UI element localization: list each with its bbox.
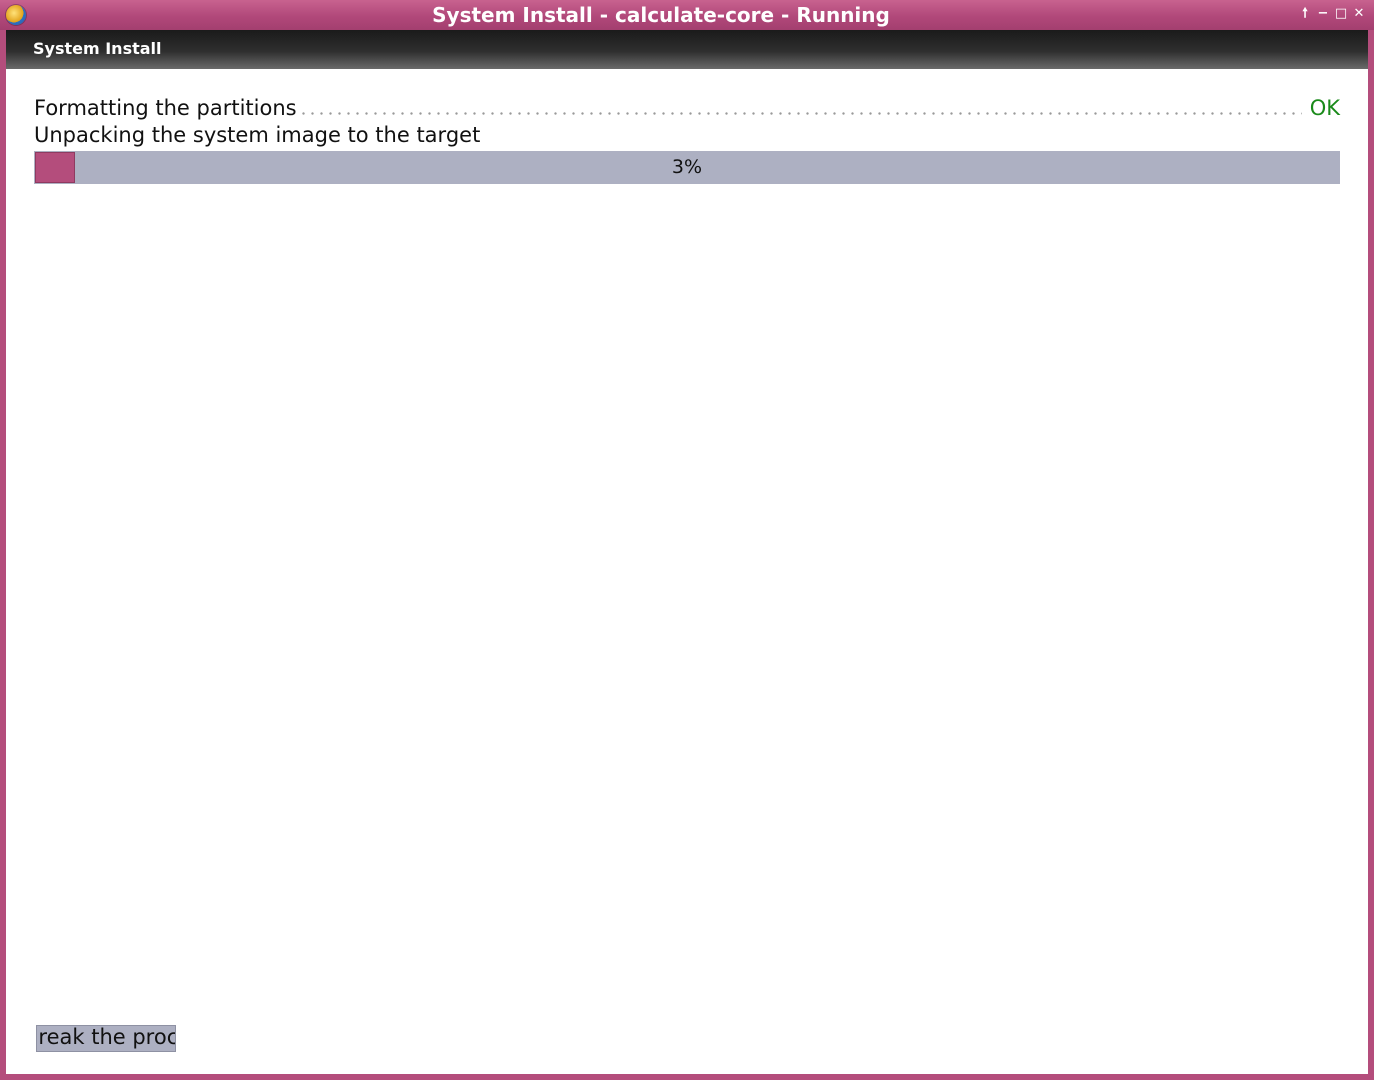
break-process-button[interactable]: Break the process (36, 1025, 176, 1052)
close-icon[interactable]: ✕ (1351, 6, 1367, 22)
step-label-unpacking: Unpacking the system image to the target (34, 123, 481, 147)
progress-percent-label: 3% (671, 156, 703, 178)
window-content: System Install Formatting the partitions… (6, 30, 1368, 1074)
raise-window-icon[interactable]: 🠕 (1297, 6, 1313, 22)
window-title: System Install - calculate-core - Runnin… (432, 3, 890, 27)
dotted-leader (272, 112, 1302, 115)
progress-bar: 3% (34, 151, 1340, 184)
step-status-ok: OK (1309, 96, 1340, 120)
minimize-icon[interactable]: − (1315, 6, 1331, 22)
title-bar[interactable]: System Install - calculate-core - Runnin… (0, 0, 1374, 30)
break-process-label: Break the process (37, 1025, 175, 1049)
step-row-formatting: Formatting the partitions OK (34, 96, 1340, 122)
page-title: System Install (33, 39, 162, 58)
header-bar: System Install (6, 30, 1368, 69)
maximize-icon[interactable]: □ (1333, 6, 1349, 22)
app-window: System Install - calculate-core - Runnin… (0, 0, 1374, 1080)
step-label: Formatting the partitions (34, 96, 301, 120)
